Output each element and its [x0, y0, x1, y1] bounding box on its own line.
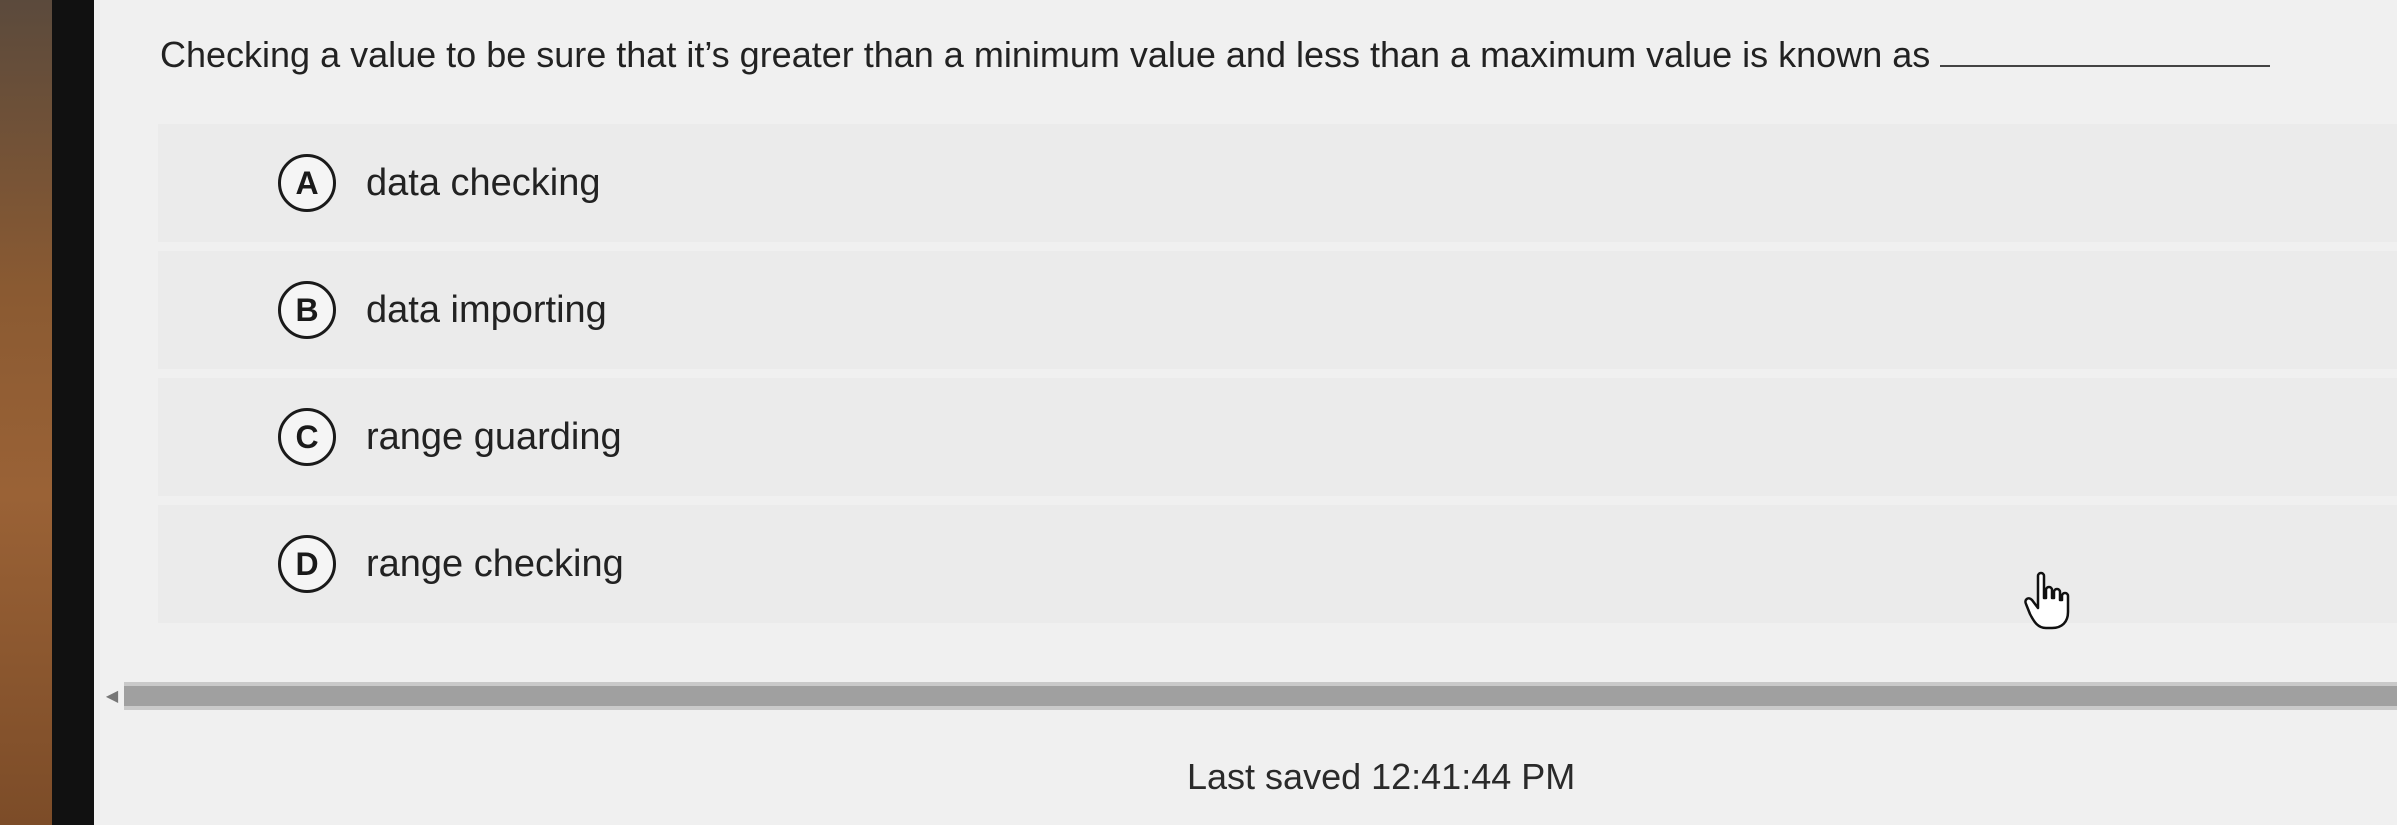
horizontal-scrollbar[interactable]: ◀: [94, 682, 2397, 710]
option-label: range guarding: [366, 415, 622, 458]
last-saved-status: Last saved 12:41:44 PM: [1187, 756, 1576, 797]
option-c[interactable]: C range guarding: [158, 378, 2397, 496]
hand-pointer-icon: [2024, 571, 2070, 630]
scrollbar-track[interactable]: [124, 682, 2397, 710]
desk-background: [0, 0, 52, 825]
option-letter-badge: C: [278, 408, 336, 466]
question-text: Checking a value to be sure that it’s gr…: [160, 34, 1931, 75]
chevron-left-icon[interactable]: ◀: [102, 682, 122, 710]
answer-options: A data checking B data importing C range…: [158, 124, 2397, 632]
question-prompt: Checking a value to be sure that it’s gr…: [160, 34, 2390, 76]
answer-blank: [1940, 65, 2271, 67]
option-a[interactable]: A data checking: [158, 124, 2397, 242]
option-letter-badge: B: [278, 281, 336, 339]
option-letter-badge: A: [278, 154, 336, 212]
option-label: range checking: [366, 542, 624, 585]
option-label: data checking: [366, 161, 601, 204]
monitor-bezel: [52, 0, 94, 825]
scrollbar-thumb[interactable]: [124, 686, 2397, 706]
option-letter-badge: D: [278, 535, 336, 593]
quiz-screen: Checking a value to be sure that it’s gr…: [94, 0, 2397, 825]
photo-frame: Checking a value to be sure that it’s gr…: [0, 0, 2397, 825]
option-label: data importing: [366, 288, 607, 331]
option-b[interactable]: B data importing: [158, 251, 2397, 369]
